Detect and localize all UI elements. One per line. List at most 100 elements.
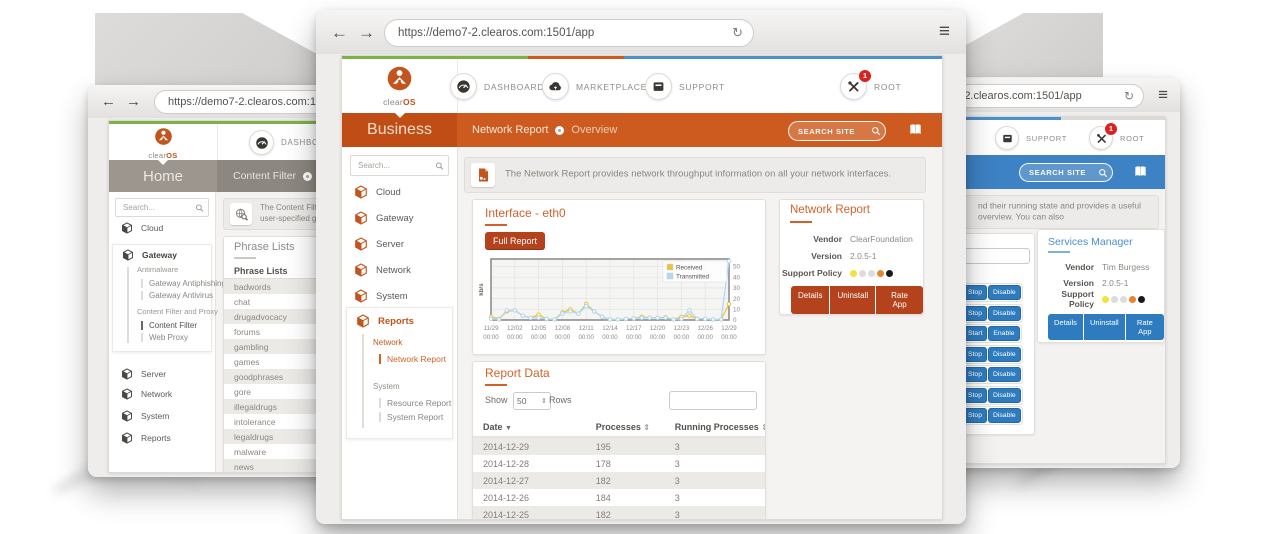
support-icon <box>645 73 672 100</box>
rate-app-button[interactable]: Rate App <box>876 286 923 314</box>
browser-forward-button[interactable]: → <box>126 94 141 109</box>
nav-dashboard[interactable]: DASHBOARD <box>450 73 544 100</box>
sidebar-item-reports[interactable]: Reports <box>356 314 414 328</box>
sidebar-item-resource-report[interactable]: Resource Report <box>379 398 451 408</box>
address-bar[interactable]: https://demo7-2.clearos.com:1501/app ↻ <box>384 19 754 47</box>
sidebar-item-gateway[interactable]: Gateway <box>122 249 177 261</box>
nav-root[interactable]: 1 ROOT <box>840 73 901 100</box>
nav-marketplace[interactable]: MARKETPLACE <box>542 73 647 100</box>
column-header-date[interactable]: Date ▼ <box>473 422 596 432</box>
stop-button[interactable]: Stop <box>963 388 987 403</box>
uninstall-button[interactable]: Uninstall <box>830 286 875 314</box>
sidebar-search-input[interactable] <box>351 156 432 175</box>
browser-menu-icon[interactable]: ≡ <box>939 22 950 41</box>
page-size-select[interactable]: 50 ⇕ <box>513 392 551 410</box>
stop-button[interactable]: Stop <box>963 367 987 382</box>
svg-text:50: 50 <box>733 264 741 271</box>
clearos-logo[interactable]: clearOS <box>109 124 218 160</box>
table-filter-input[interactable] <box>669 391 757 410</box>
column-header-running-processes[interactable]: Running Processes ⇕ <box>675 422 765 432</box>
svg-text:Received: Received <box>676 265 703 272</box>
disable-button[interactable]: Disable <box>988 347 1021 362</box>
nav-support[interactable]: SUPPORT <box>645 73 725 100</box>
phrase-panel-title: Phrase Lists <box>234 241 295 253</box>
svg-text:12/17: 12/17 <box>626 325 642 332</box>
breadcrumb-section[interactable]: Network Report <box>472 124 548 136</box>
report-data-panel: Report Data Show 50 ⇕ Rows Date ▼ <box>472 361 766 520</box>
table-header-row: Date ▼ Processes ⇕ Running Processes ⇕ <box>473 418 765 438</box>
disable-button[interactable]: Disable <box>988 306 1021 321</box>
sidebar-search[interactable] <box>350 155 449 176</box>
sidebar-item-server[interactable]: Server <box>121 368 166 380</box>
table-row: 2014-12-27 182 3 <box>473 472 765 489</box>
sidebar-item-gateway[interactable]: Gateway <box>354 211 414 225</box>
page-background: clearOS DASHBOARD MARKETPLACE SUPPORT <box>316 54 966 524</box>
column-header-processes[interactable]: Processes ⇕ <box>596 422 675 432</box>
stop-button[interactable]: Stop <box>963 285 987 300</box>
edition-label: Home <box>109 160 217 192</box>
svg-text:00:00: 00:00 <box>697 334 713 341</box>
service-action-pair: Stop Disable <box>962 387 1022 404</box>
background-fold-left <box>95 13 318 87</box>
select-caret-icon: ⇕ <box>541 397 547 405</box>
app-action-buttons: Details Uninstall Rate App <box>791 286 923 314</box>
sidebar-item-web-proxy[interactable]: Web Proxy <box>141 333 188 342</box>
stop-button[interactable]: Stop <box>963 408 987 423</box>
user-guide-book-icon[interactable] <box>1132 164 1149 179</box>
svg-text:00:00: 00:00 <box>721 334 737 341</box>
sidebar-item-gateway-antiphishing[interactable]: Gateway Antiphishing <box>141 279 226 288</box>
disable-button[interactable]: Disable <box>988 285 1021 300</box>
nav-root[interactable]: 1 ROOT <box>1089 126 1144 150</box>
sidebar-item-content-filter[interactable]: Content Filter <box>141 321 197 330</box>
browser-forward-button[interactable]: → <box>358 24 375 41</box>
sidebar-item-system[interactable]: System <box>354 289 408 303</box>
disable-button[interactable]: Disable <box>988 408 1021 423</box>
svg-text:11/29: 11/29 <box>483 325 499 332</box>
svg-text:10: 10 <box>733 306 741 313</box>
nav-support[interactable]: SUPPORT <box>995 126 1067 150</box>
browser-back-button[interactable]: ← <box>331 24 348 41</box>
details-button[interactable]: Details <box>1048 314 1083 340</box>
sidebar-search-input[interactable] <box>116 199 192 216</box>
disable-button[interactable]: Disable <box>988 367 1021 382</box>
site-search[interactable] <box>788 121 886 141</box>
sidebar-item-gateway-antivirus[interactable]: Gateway Antivirus <box>141 291 213 300</box>
sidebar-item-cloud[interactable]: Cloud <box>354 185 401 199</box>
sidebar-item-cloud[interactable]: Cloud <box>121 222 163 234</box>
enable-button[interactable]: Enable <box>988 326 1019 341</box>
details-button[interactable]: Details <box>791 286 829 314</box>
services-filter-input[interactable] <box>964 248 1030 264</box>
clearos-logo[interactable]: clearOS <box>342 59 458 113</box>
sidebar-item-server[interactable]: Server <box>354 237 404 251</box>
breadcrumb-section[interactable]: Content Filter <box>233 170 296 182</box>
user-guide-book-icon[interactable] <box>907 122 924 137</box>
svg-text:12/08: 12/08 <box>555 325 571 332</box>
app-action-buttons: Details Uninstall Rate App <box>1048 314 1164 340</box>
sidebar-item-network-report[interactable]: Network Report <box>379 354 446 364</box>
sidebar-item-system[interactable]: System <box>121 410 169 422</box>
uninstall-button[interactable]: Uninstall <box>1084 314 1125 340</box>
site-search-input[interactable] <box>1020 164 1094 181</box>
sidebar-item-network[interactable]: Network <box>121 388 172 400</box>
stop-button[interactable]: Stop <box>963 347 987 362</box>
site-search-input[interactable] <box>789 122 867 140</box>
disable-button[interactable]: Disable <box>988 388 1021 403</box>
sidebar-item-system-report[interactable]: System Report <box>379 412 443 422</box>
info-message-text: The Network Report provides network thro… <box>505 169 891 182</box>
services-manager-title: Services Manager <box>1048 236 1133 248</box>
reload-icon[interactable]: ↻ <box>732 25 743 41</box>
info-message-text: nd their running state and provides a us… <box>978 201 1154 224</box>
svg-text:00:00: 00:00 <box>531 334 547 341</box>
sidebar-item-network[interactable]: Network <box>354 263 411 277</box>
sidebar-item-reports[interactable]: Reports <box>121 432 171 444</box>
browser-menu-icon[interactable]: ≡ <box>1158 86 1168 103</box>
network-cube-icon <box>354 263 368 277</box>
browser-back-button[interactable]: ← <box>101 94 116 109</box>
sidebar-search[interactable] <box>115 198 209 217</box>
stop-button[interactable]: Stop <box>963 306 987 321</box>
reload-icon[interactable]: ↻ <box>1124 89 1134 103</box>
site-search[interactable] <box>1019 163 1113 182</box>
start-button[interactable]: Start <box>963 326 987 341</box>
full-report-button[interactable]: Full Report <box>485 232 545 250</box>
rate-app-button[interactable]: Rate App <box>1126 314 1164 340</box>
